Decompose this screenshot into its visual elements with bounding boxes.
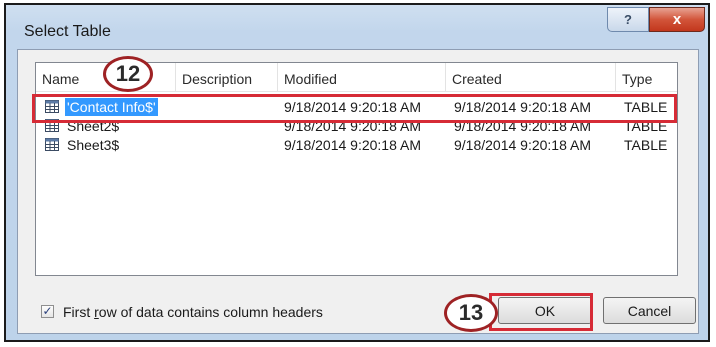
dialog-title: Select Table — [24, 23, 111, 40]
checkmark-icon: ✓ — [42, 304, 53, 318]
close-button[interactable]: x — [649, 7, 705, 32]
ok-button-highlight — [489, 293, 593, 331]
table-row[interactable]: Sheet3$ 9/18/2014 9:20:18 AM 9/18/2014 9… — [36, 136, 677, 154]
table-icon — [45, 138, 59, 151]
help-icon: ? — [624, 12, 632, 27]
column-header-created[interactable]: Created — [446, 63, 616, 91]
selected-row-highlight — [32, 94, 677, 123]
column-headers-checkbox[interactable]: ✓ — [41, 305, 54, 318]
column-headers-checkbox-label[interactable]: First row of data contains column header… — [63, 304, 323, 320]
close-icon: x — [672, 11, 682, 28]
column-header-description[interactable]: Description — [176, 63, 278, 91]
select-table-dialog: Select Table ? x Name Description Modifi… — [4, 3, 710, 342]
step-13-badge: 13 — [444, 294, 498, 332]
modified-date: 9/18/2014 9:20:18 AM — [284, 137, 421, 153]
help-button[interactable]: ? — [607, 7, 649, 32]
column-header-type[interactable]: Type — [616, 63, 678, 91]
table-type: TABLE — [624, 137, 668, 153]
dialog-body: Name Description Modified Created Type '… — [17, 49, 699, 334]
cancel-button[interactable]: Cancel — [603, 297, 696, 324]
step-12-badge: 12 — [103, 56, 153, 92]
column-header-modified[interactable]: Modified — [278, 63, 446, 91]
created-date: 9/18/2014 9:20:18 AM — [454, 137, 591, 153]
table-name: Sheet3$ — [67, 137, 120, 153]
